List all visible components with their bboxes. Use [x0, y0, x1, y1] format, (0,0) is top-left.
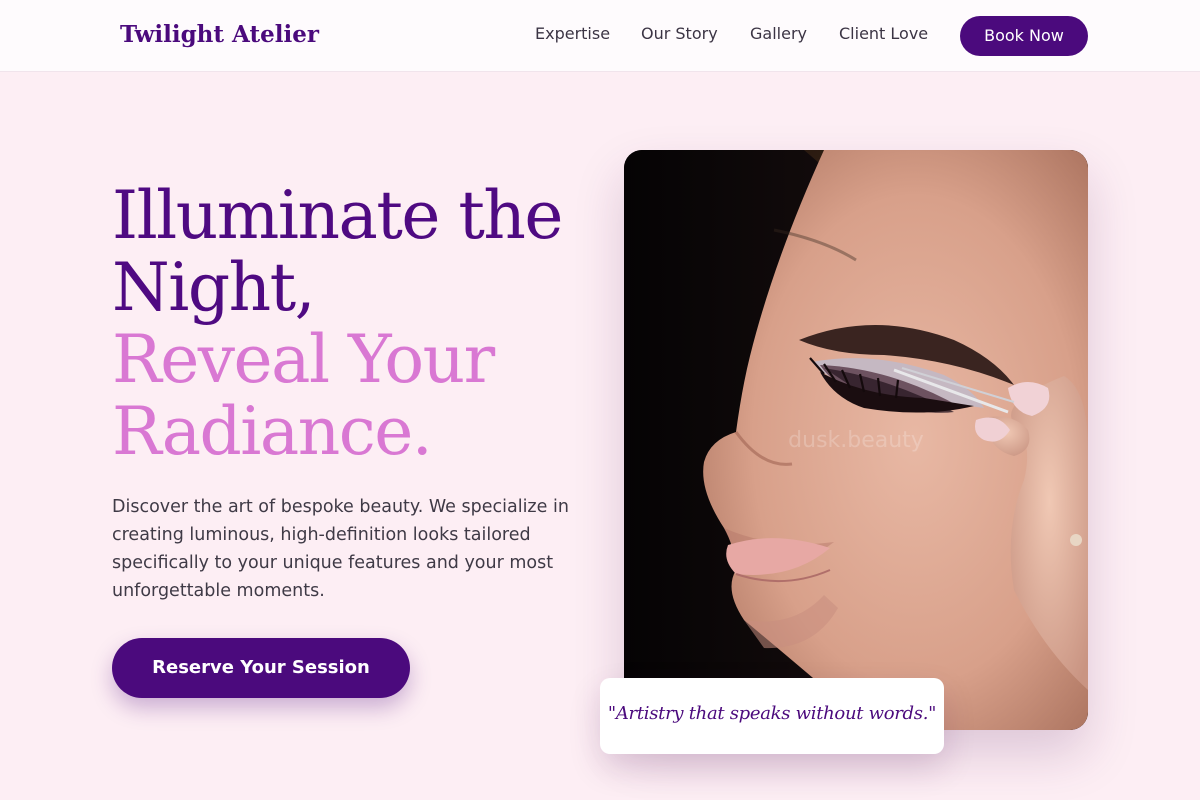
headline-accent-line: Reveal Your: [112, 321, 495, 398]
nav-link-client-love[interactable]: Client Love: [839, 24, 928, 43]
headline-accent-line: Radiance.: [112, 393, 433, 470]
hero-intro-text: Discover the art of bespoke beauty. We s…: [112, 497, 569, 601]
headline-line: Illuminate the: [112, 177, 564, 254]
hero-headline: Illuminate the Night, Reveal Your Radian…: [112, 177, 564, 470]
headline-line: Night,: [112, 249, 316, 326]
image-watermark: dusk.beauty: [788, 428, 924, 453]
book-now-button[interactable]: Book Now: [960, 16, 1088, 56]
quote-text: "Artistry that speaks without words.": [607, 703, 937, 724]
navbar: Twilight Atelier Expertise Our Story Gal…: [0, 0, 1200, 72]
nav-link-gallery[interactable]: Gallery: [750, 24, 807, 43]
quote-card: "Artistry that speaks without words.": [600, 678, 944, 754]
nav-link-our-story[interactable]: Our Story: [641, 24, 718, 43]
hero-image: dusk.beauty: [624, 150, 1088, 730]
reserve-session-button[interactable]: Reserve Your Session: [112, 638, 410, 698]
brand-logo[interactable]: Twilight Atelier: [120, 21, 319, 48]
nav-link-expertise[interactable]: Expertise: [535, 24, 610, 43]
